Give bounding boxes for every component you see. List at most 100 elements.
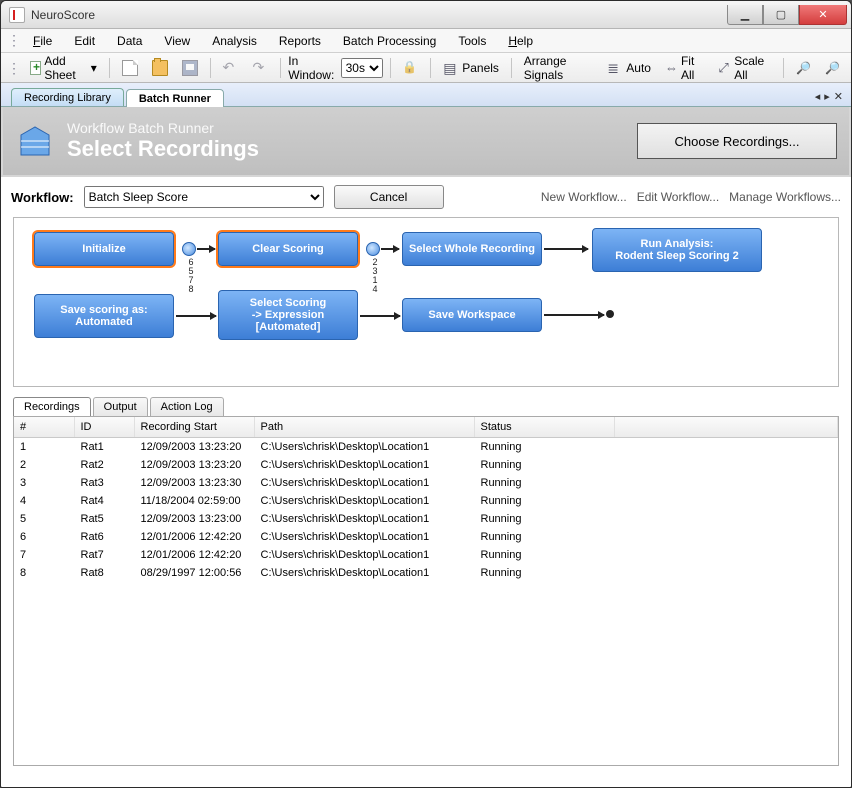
add-sheet-button[interactable]: Add Sheet ▾ <box>25 51 102 85</box>
menu-analysis[interactable]: Analysis <box>202 32 267 50</box>
cell-start: 12/09/2003 13:23:20 <box>134 456 254 474</box>
node-initialize[interactable]: Initialize <box>34 232 174 266</box>
maximize-button[interactable]: ▢ <box>763 5 799 25</box>
node-run-analysis[interactable]: Run Analysis: Rodent Sleep Scoring 2 <box>592 228 762 272</box>
arrange-button[interactable]: Arrange Signals <box>519 51 599 85</box>
col-status[interactable]: Status <box>474 417 614 438</box>
workflow-canvas[interactable]: Initialize 6 5 7 8 Clear Scoring 2 3 1 4… <box>13 217 839 387</box>
tab-prev-button[interactable]: ◂ <box>815 90 821 103</box>
lock-icon <box>402 60 418 76</box>
col-blank[interactable] <box>614 417 838 438</box>
menu-reports[interactable]: Reports <box>269 32 331 50</box>
save-icon <box>182 60 198 76</box>
choose-recordings-button[interactable]: Choose Recordings... <box>637 123 837 159</box>
cell-id: Rat1 <box>74 438 134 456</box>
close-button[interactable]: ✕ <box>799 5 847 25</box>
auto-button[interactable]: Auto <box>602 57 656 79</box>
col-id[interactable]: ID <box>74 417 134 438</box>
tab-batch-runner[interactable]: Batch Runner <box>126 89 224 107</box>
find-next-button[interactable]: 🔎 <box>820 58 845 78</box>
table-row[interactable]: 8Rat808/29/1997 12:00:56C:\Users\chrisk\… <box>14 564 838 582</box>
save-button[interactable] <box>177 57 203 79</box>
manage-workflows-link[interactable]: Manage Workflows... <box>729 190 841 204</box>
panels-icon <box>443 60 459 76</box>
tab-output[interactable]: Output <box>93 397 148 416</box>
tab-recording-library[interactable]: Recording Library <box>11 88 124 106</box>
open-button[interactable] <box>147 57 173 79</box>
new-workflow-link[interactable]: New Workflow... <box>541 190 627 204</box>
recordings-grid[interactable]: # ID Recording Start Path Status 1Rat112… <box>13 416 839 766</box>
scale-button[interactable]: Scale All <box>713 51 776 85</box>
table-row[interactable]: 7Rat712/01/2006 12:42:20C:\Users\chrisk\… <box>14 546 838 564</box>
cell-status: Running <box>474 474 614 492</box>
col-start[interactable]: Recording Start <box>134 417 254 438</box>
chevron-down-icon: ▾ <box>91 61 97 75</box>
menu-file[interactable]: File <box>23 32 62 50</box>
lock-button[interactable] <box>397 57 423 79</box>
connector-knob[interactable] <box>182 242 196 256</box>
plus-icon <box>30 61 41 75</box>
scale-icon <box>718 60 731 76</box>
cell-id: Rat5 <box>74 510 134 528</box>
building-icon <box>15 121 55 161</box>
arrow <box>197 248 215 250</box>
menu-view[interactable]: View <box>154 32 200 50</box>
cell-status: Running <box>474 492 614 510</box>
menu-tools[interactable]: Tools <box>448 32 496 50</box>
new-button[interactable] <box>117 57 143 79</box>
cell-start: 12/01/2006 12:42:20 <box>134 546 254 564</box>
find-prev-button[interactable]: 🔎 <box>791 58 816 78</box>
table-row[interactable]: 3Rat312/09/2003 13:23:30C:\Users\chrisk\… <box>14 474 838 492</box>
menu-edit[interactable]: Edit <box>64 32 105 50</box>
in-window-select[interactable]: 30s <box>341 58 383 78</box>
tab-action-log[interactable]: Action Log <box>150 397 224 416</box>
cell-path: C:\Users\chrisk\Desktop\Location1 <box>254 456 474 474</box>
fit-button[interactable]: Fit All <box>660 51 709 85</box>
node-save-workspace[interactable]: Save Workspace <box>402 298 542 332</box>
cell-status: Running <box>474 510 614 528</box>
cell-start: 12/09/2003 13:23:20 <box>134 438 254 456</box>
table-row[interactable]: 2Rat212/09/2003 13:23:20C:\Users\chrisk\… <box>14 456 838 474</box>
col-path[interactable]: Path <box>254 417 474 438</box>
edit-workflow-link[interactable]: Edit Workflow... <box>637 190 719 204</box>
cancel-button[interactable]: Cancel <box>334 185 444 209</box>
cell-id: Rat3 <box>74 474 134 492</box>
cell-path: C:\Users\chrisk\Desktop\Location1 <box>254 564 474 582</box>
table-row[interactable]: 6Rat612/01/2006 12:42:20C:\Users\chrisk\… <box>14 528 838 546</box>
panels-button[interactable]: Panels <box>438 57 504 79</box>
tab-close-button[interactable]: ✕ <box>834 90 843 103</box>
table-row[interactable]: 4Rat411/18/2004 02:59:00C:\Users\chrisk\… <box>14 492 838 510</box>
tab-next-button[interactable]: ▸ <box>824 90 830 103</box>
cell-id: Rat7 <box>74 546 134 564</box>
workflow-select[interactable]: Batch Sleep Score <box>84 186 324 208</box>
col-num[interactable]: # <box>14 417 74 438</box>
menu-help[interactable]: Help <box>498 32 543 50</box>
binoculars-icon: 🔎 <box>796 61 811 75</box>
node-save-scoring-as[interactable]: Save scoring as: Automated <box>34 294 174 338</box>
titlebar[interactable]: NeuroScore ▁ ▢ ✕ <box>1 1 851 29</box>
cell-status: Running <box>474 546 614 564</box>
grip-icon <box>7 60 21 76</box>
menu-batch[interactable]: Batch Processing <box>333 32 446 50</box>
connector-knob[interactable] <box>366 242 380 256</box>
node-select-whole[interactable]: Select Whole Recording <box>402 232 542 266</box>
table-row[interactable]: 5Rat512/09/2003 13:23:00C:\Users\chrisk\… <box>14 510 838 528</box>
redo-button[interactable] <box>247 57 273 79</box>
column-headers[interactable]: # ID Recording Start Path Status <box>14 417 838 438</box>
undo-icon <box>222 60 238 76</box>
node-select-scoring[interactable]: Select Scoring -> Expression [Automated] <box>218 290 358 340</box>
cell-path: C:\Users\chrisk\Desktop\Location1 <box>254 546 474 564</box>
tab-recordings[interactable]: Recordings <box>13 397 91 416</box>
node-clear-scoring[interactable]: Clear Scoring <box>218 232 358 266</box>
arrow <box>544 248 588 250</box>
cell-path: C:\Users\chrisk\Desktop\Location1 <box>254 528 474 546</box>
knob-numbers: 6 5 7 8 <box>186 258 196 294</box>
arrow <box>176 315 216 317</box>
minimize-button[interactable]: ▁ <box>727 5 763 25</box>
cell-id: Rat6 <box>74 528 134 546</box>
undo-button[interactable] <box>217 57 243 79</box>
table-row[interactable]: 1Rat112/09/2003 13:23:20C:\Users\chrisk\… <box>14 438 838 456</box>
lines-icon <box>607 60 623 76</box>
cell-start: 12/01/2006 12:42:20 <box>134 528 254 546</box>
menu-data[interactable]: Data <box>107 32 152 50</box>
